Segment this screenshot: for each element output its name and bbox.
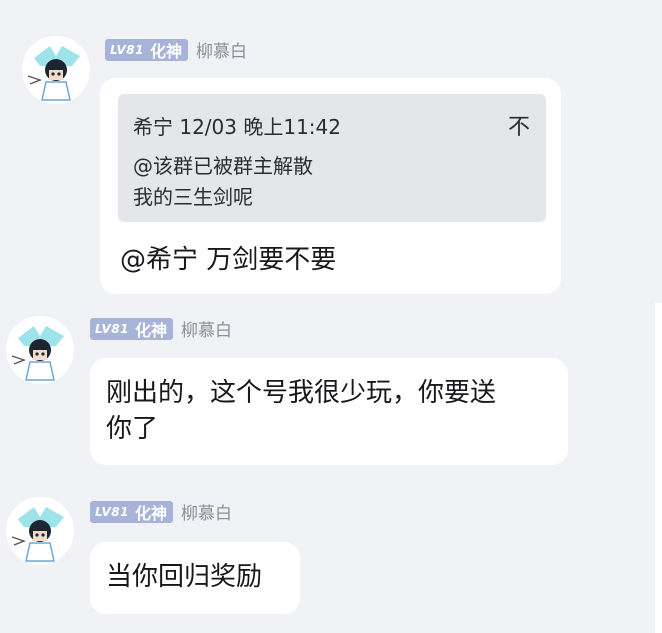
quote-author: 希宁 [133, 115, 173, 139]
avatar-anime-character-icon [6, 316, 74, 384]
sender-meta: LV81 化神 柳慕白 [90, 316, 232, 341]
rank-label: 化神 [134, 320, 167, 340]
level-label: LV81 [95, 504, 129, 519]
level-badge: LV81 化神 [90, 317, 173, 340]
avatar[interactable] [6, 316, 74, 384]
sender-nickname[interactable]: 柳慕白 [181, 499, 232, 524]
sender-nickname[interactable]: 柳慕白 [181, 316, 232, 341]
rank-label: 化神 [134, 503, 167, 523]
sender-meta: LV81 化神 柳慕白 [90, 499, 232, 524]
quote-header: 希宁 12/03 晚上11:42 [133, 111, 341, 140]
level-badge: LV81 化神 [90, 500, 173, 523]
sender-nickname[interactable]: 柳慕白 [196, 37, 247, 62]
chat-screenshot-1: LV81 化神 柳慕白 希宁 12/03 晚上11:42 不 @该群已被群主解散… [0, 0, 662, 303]
message-bubble[interactable]: 当你回归奖励 [90, 542, 300, 614]
message-line: 你了 [106, 414, 159, 444]
level-label: LV81 [95, 321, 129, 336]
avatar-anime-character-icon [6, 497, 74, 565]
avatar-anime-character-icon [22, 36, 90, 104]
quote-time: 12/03 晚上11:42 [179, 115, 341, 139]
rank-label: 化神 [149, 41, 182, 61]
message-line: 刚出的，这个号我很少玩，你要送 [106, 378, 497, 408]
chat-screenshot-2: LV81 化神 柳慕白 刚出的，这个号我很少玩，你要送 你了 LV81 化神 柳… [0, 303, 655, 633]
message-text: 当你回归奖励 [106, 562, 263, 592]
sender-meta: LV81 化神 柳慕白 [105, 37, 247, 62]
avatar[interactable] [6, 497, 74, 565]
quote-line: 我的三生剑呢 [133, 185, 253, 209]
message-text: 刚出的，这个号我很少玩，你要送 你了 [106, 375, 496, 447]
level-label: LV81 [110, 42, 144, 57]
quote-line: @该群已被群主解散 [133, 154, 313, 178]
edge-gutter [655, 303, 662, 633]
level-badge: LV81 化神 [105, 38, 188, 61]
avatar[interactable] [22, 36, 90, 104]
quote-close-icon: 不 [507, 115, 530, 140]
quoted-reply[interactable]: 希宁 12/03 晚上11:42 不 @该群已被群主解散 我的三生剑呢 [118, 94, 546, 222]
message-bubble[interactable]: 希宁 12/03 晚上11:42 不 @该群已被群主解散 我的三生剑呢 @希宁 … [100, 78, 561, 294]
message-bubble[interactable]: 刚出的，这个号我很少玩，你要送 你了 [90, 358, 568, 465]
message-text: @希宁 万剑要不要 [120, 245, 337, 275]
